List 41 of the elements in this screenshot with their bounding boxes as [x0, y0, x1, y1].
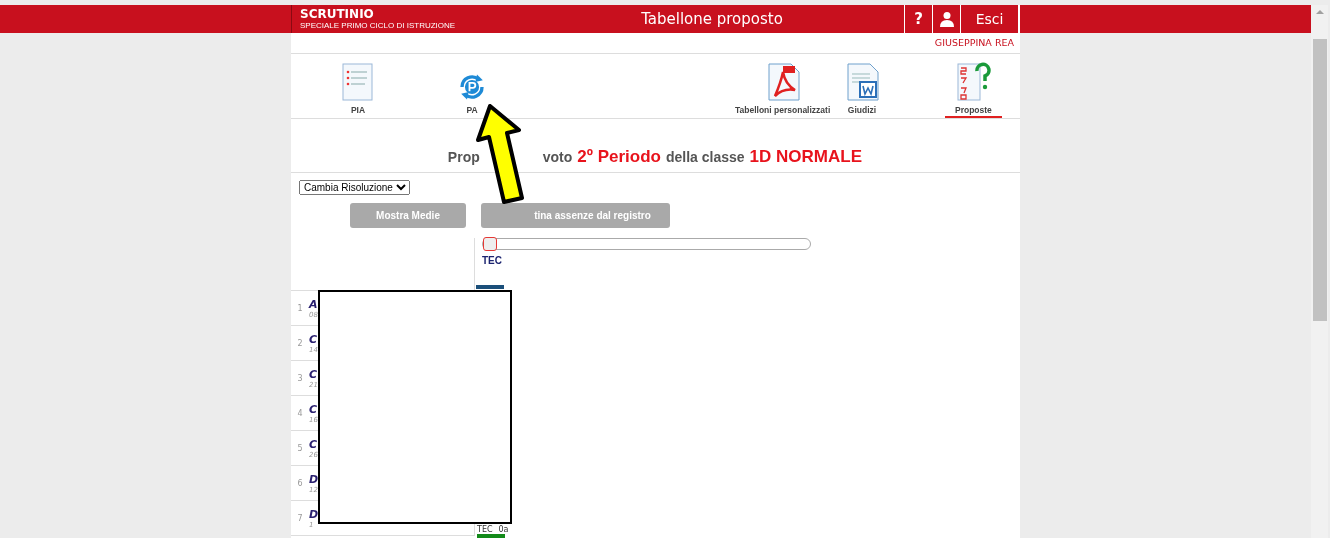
- nav-tab[interactable]: Tabelloni personalizzati: [735, 62, 831, 118]
- nav-tab[interactable]: PA: [457, 72, 487, 118]
- status-bar: [477, 534, 505, 538]
- row-number: 7: [296, 513, 304, 523]
- heading-text: della classe: [665, 149, 745, 165]
- student-name: C: [309, 332, 318, 346]
- grade-value: 0a: [498, 526, 509, 534]
- slider-thumb[interactable]: [483, 237, 497, 251]
- scroll-thumb[interactable]: [1312, 39, 1327, 321]
- nav-tab[interactable]: Giudizi: [844, 62, 880, 118]
- grade-cell: [476, 285, 504, 289]
- class-text: 1D NORMALE: [749, 147, 862, 167]
- student-name: C: [309, 437, 318, 451]
- user-name: GIUSEPPINA REA: [934, 37, 1014, 48]
- row-number: 3: [296, 373, 304, 383]
- row-number: 1: [296, 303, 304, 313]
- student-name: D: [309, 507, 319, 521]
- checklist-icon: [341, 62, 375, 102]
- student-name: A: [309, 297, 318, 311]
- page-title: Tabellone proposto: [640, 9, 784, 30]
- heading-text: voto: [542, 149, 573, 165]
- row-number: 4: [296, 408, 304, 418]
- student-name: C: [309, 402, 318, 416]
- nav-tab[interactable]: Proposte: [945, 62, 1002, 118]
- period-text: 2º Periodo: [577, 147, 661, 167]
- nav-tab[interactable]: PIA: [341, 62, 375, 118]
- heading-text: Prop: [447, 149, 480, 165]
- subject-label: TEC: [477, 526, 493, 534]
- column-header: TEC: [481, 254, 503, 268]
- grades-question-icon: [955, 62, 992, 102]
- word-document-icon: [844, 62, 880, 102]
- row-number: 6: [296, 478, 304, 488]
- student-name: D: [309, 472, 319, 486]
- user-icon: [938, 11, 955, 27]
- scrollbar[interactable]: [1311, 5, 1328, 538]
- student-name: C: [309, 367, 318, 381]
- refresh-p-icon: [457, 72, 487, 102]
- row-number: 5: [296, 443, 304, 453]
- logo: SCRUTINIO SPECIALE PRIMO CICLO DI ISTRUZIONE: [299, 6, 457, 32]
- row-number: 2: [296, 338, 304, 348]
- resolution-dropdown[interactable]: Cambia Risoluzione: [299, 180, 410, 195]
